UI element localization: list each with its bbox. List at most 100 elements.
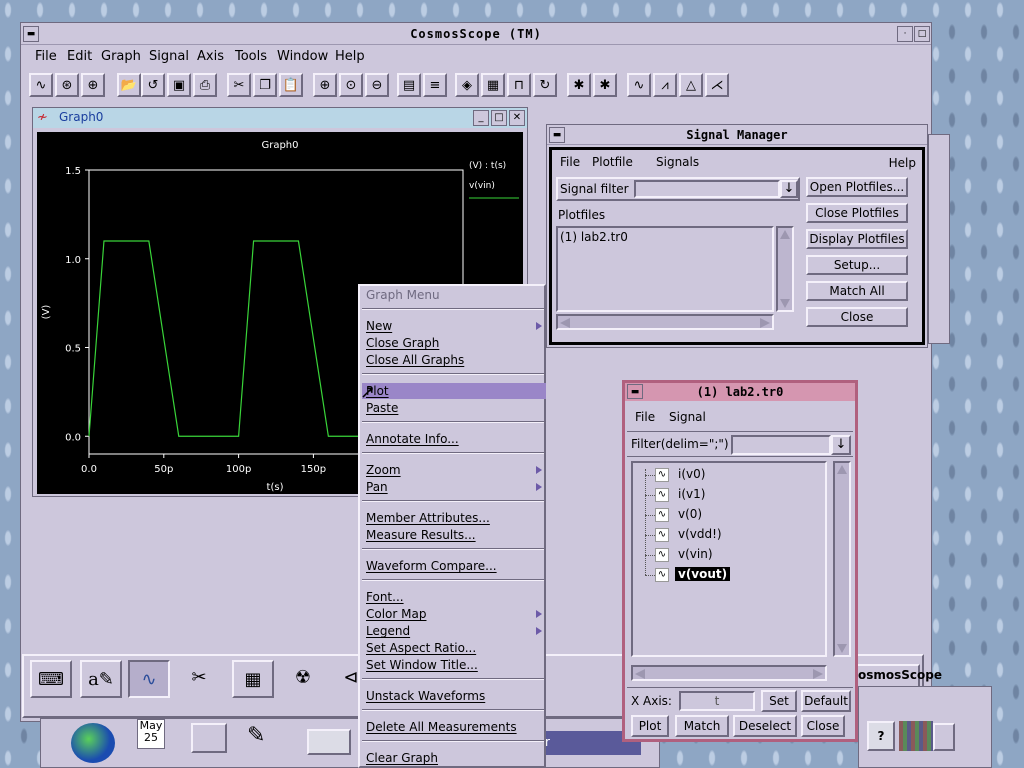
signal-item[interactable]: ∿ v(vout) xyxy=(645,567,795,585)
open-plotfiles-button[interactable]: Open Plotfiles... xyxy=(806,177,908,197)
menu-item-font[interactable]: Font... xyxy=(364,589,544,605)
scroll-down-arrow-icon[interactable] xyxy=(780,299,790,308)
plotfile-window-menu[interactable]: ▬ xyxy=(627,384,643,399)
display-plotfiles-button[interactable]: Display Plotfiles xyxy=(806,229,908,249)
minimize-button[interactable]: · xyxy=(897,26,913,42)
menu-item-close-all-graphs[interactable]: Close All Graphs xyxy=(364,352,544,368)
plotfile-plot-button[interactable]: Plot xyxy=(631,715,669,737)
signal-manager-menu-signals[interactable]: Signals xyxy=(656,155,699,169)
scroll-up-arrow-icon[interactable] xyxy=(780,230,790,239)
menu-item-set-aspect-ratio[interactable]: Set Aspect Ratio... xyxy=(364,640,544,656)
plotfile-match-button[interactable]: Match xyxy=(675,715,729,737)
plotfiles-hscrollbar[interactable] xyxy=(556,314,774,330)
menu-item-delete-all-measurements[interactable]: Delete All Measurements xyxy=(364,719,544,735)
zoom-fit-icon[interactable]: ⊙ xyxy=(339,73,363,97)
xaxis-input[interactable]: t xyxy=(679,691,755,711)
signal-item[interactable]: ∿ i(v0) xyxy=(645,467,795,485)
menu-graph[interactable]: Graph xyxy=(101,49,141,64)
target-icon[interactable]: ⊕ xyxy=(81,73,105,97)
graph-maximize-button[interactable]: □ xyxy=(491,110,507,126)
menu-item-waveform-compare[interactable]: Waveform Compare... xyxy=(364,558,544,574)
signal-item[interactable]: ∿ i(v1) xyxy=(645,487,795,505)
menu-tools[interactable]: Tools xyxy=(235,49,267,64)
menu-axis[interactable]: Axis xyxy=(197,49,224,64)
menu-item-member-attributes[interactable]: Member Attributes... xyxy=(364,510,544,526)
measure1-icon[interactable]: ∿ xyxy=(627,73,651,97)
pen-tool-icon[interactable]: ✎ xyxy=(247,723,287,759)
printer-icon[interactable] xyxy=(307,729,351,755)
bug2-icon[interactable]: ✱ xyxy=(593,73,617,97)
graph-minimize-button[interactable]: _ xyxy=(473,110,489,126)
undo-icon[interactable]: ↺ xyxy=(141,73,165,97)
close-plotfiles-button[interactable]: Close Plotfiles xyxy=(806,203,908,223)
menu-item-legend[interactable]: Legend xyxy=(364,623,544,639)
series-line-v(vin)[interactable] xyxy=(88,240,389,437)
bug-icon[interactable]: ✱ xyxy=(567,73,591,97)
calendar-icon[interactable]: May 25 xyxy=(137,719,165,749)
drawer-icon[interactable] xyxy=(191,723,227,753)
measure4-icon[interactable]: ⋌ xyxy=(705,73,729,97)
signal-list-vscrollbar[interactable] xyxy=(833,461,851,657)
xaxis-default-button[interactable]: Default xyxy=(801,690,851,712)
copy-icon[interactable]: ❐ xyxy=(253,73,277,97)
plotfile-filter-input[interactable] xyxy=(731,435,831,455)
globe-icon[interactable] xyxy=(71,723,115,763)
close-button[interactable]: Close xyxy=(806,307,908,327)
signal-manager-menu-plotfile[interactable]: Plotfile xyxy=(592,155,633,169)
plotfile-menu-file[interactable]: File xyxy=(635,410,655,424)
plotfile-item[interactable]: (1) lab2.tr0 xyxy=(560,230,628,244)
menu-file[interactable]: File xyxy=(35,49,57,64)
keyboard-icon[interactable]: ⌨ xyxy=(30,660,72,698)
signal-filter-apply-button[interactable]: ↓ xyxy=(780,180,798,198)
grid-icon[interactable]: ▦ xyxy=(481,73,505,97)
refresh-icon[interactable]: ↻ xyxy=(533,73,557,97)
step-icon[interactable]: ⊓ xyxy=(507,73,531,97)
menu-edit[interactable]: Edit xyxy=(67,49,92,64)
reel-icon[interactable]: ☢ xyxy=(282,660,324,698)
menu-item-unstack-waveforms[interactable]: Unstack Waveforms xyxy=(364,688,544,704)
signal-manager-help[interactable]: Help xyxy=(889,156,916,170)
zoom-in-icon[interactable]: ⊕ xyxy=(313,73,337,97)
maximize-button[interactable]: □ xyxy=(914,26,930,42)
plotfile-close-button[interactable]: Close xyxy=(801,715,845,737)
window-menu-button[interactable]: ▬ xyxy=(23,26,39,42)
colors-icon[interactable]: ≡ xyxy=(423,73,447,97)
plotfile-deselect-button[interactable]: Deselect xyxy=(733,715,797,737)
scroll-left-arrow-icon[interactable] xyxy=(560,318,570,328)
graph-close-button[interactable]: ✕ xyxy=(509,110,525,126)
scroll-down-arrow-icon[interactable] xyxy=(837,644,847,653)
scroll-left-arrow-icon[interactable] xyxy=(635,669,645,679)
measure3-icon[interactable]: △ xyxy=(679,73,703,97)
menu-item-zoom[interactable]: Zoom xyxy=(364,462,544,478)
cosmosscope-task-button[interactable]: osmosScope xyxy=(854,664,942,688)
menu-signal[interactable]: Signal xyxy=(149,49,189,64)
trash-icon[interactable] xyxy=(933,723,955,751)
signal-filter-input[interactable] xyxy=(634,180,780,198)
scroll-right-arrow-icon[interactable] xyxy=(813,669,823,679)
menu-item-pan[interactable]: Pan xyxy=(364,479,544,495)
menu-item-annotate-info[interactable]: Annotate Info... xyxy=(364,431,544,447)
plotfile-filter-apply-button[interactable]: ↓ xyxy=(831,435,851,455)
signal-item[interactable]: ∿ v(vdd!) xyxy=(645,527,795,545)
zoom-out-icon[interactable]: ⊖ xyxy=(365,73,389,97)
menu-window[interactable]: Window xyxy=(277,49,328,64)
menu-item-plot[interactable]: Plot xyxy=(362,383,546,399)
cut-icon[interactable]: ✂ xyxy=(227,73,251,97)
signal-item[interactable]: ∿ v(vin) xyxy=(645,547,795,565)
text-editor-icon[interactable]: a✎ xyxy=(80,660,122,698)
save-icon[interactable]: ▣ xyxy=(167,73,191,97)
xaxis-set-button[interactable]: Set xyxy=(761,690,797,712)
crosshair-icon[interactable]: ⊛ xyxy=(55,73,79,97)
waveform-viewer-icon[interactable]: ∿ xyxy=(128,660,170,698)
print-icon[interactable]: ⎙ xyxy=(193,73,217,97)
graph-titlebar[interactable]: ≁ Graph0 _ □ ✕ xyxy=(33,108,527,128)
signal-list-hscrollbar[interactable] xyxy=(631,665,827,681)
plotfiles-vscrollbar[interactable] xyxy=(776,226,794,312)
menu-item-clear-graph[interactable]: Clear Graph xyxy=(364,750,544,766)
scissors-wave-icon[interactable]: ✂ xyxy=(178,660,220,698)
scroll-up-arrow-icon[interactable] xyxy=(837,465,847,474)
plotfile-menu-signal[interactable]: Signal xyxy=(669,410,706,424)
help-icon[interactable]: ? xyxy=(867,721,895,751)
signal-manager-menu-file[interactable]: File xyxy=(560,155,580,169)
match-all-button[interactable]: Match All xyxy=(806,281,908,301)
